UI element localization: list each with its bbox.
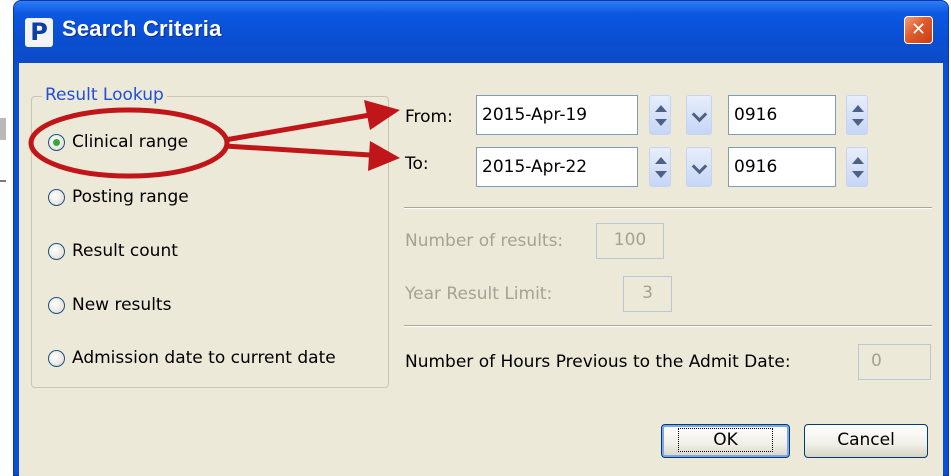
radio-selected-dot xyxy=(53,139,60,146)
from-time-field[interactable]: 0916 xyxy=(728,95,836,135)
year-result-limit-label: Year Result Limit: xyxy=(405,284,553,304)
from-date-dropdown[interactable] xyxy=(686,95,712,135)
close-button[interactable]: ✕ xyxy=(904,16,933,44)
app-logo-icon: P xyxy=(25,18,53,47)
number-of-results-label: Number of results: xyxy=(405,231,564,251)
to-date-dropdown[interactable] xyxy=(686,147,712,187)
radio-posting-range[interactable] xyxy=(48,189,65,206)
radio-result-count[interactable] xyxy=(48,243,65,260)
to-time-field[interactable]: 0916 xyxy=(728,147,836,187)
separator xyxy=(404,325,932,326)
from-time-spinner[interactable] xyxy=(846,95,868,135)
from-label: From: xyxy=(405,107,453,127)
separator xyxy=(404,207,932,208)
radio-label-result-count[interactable]: Result count xyxy=(72,241,178,261)
radio-new-results[interactable] xyxy=(48,297,65,314)
spin-down-icon xyxy=(852,119,864,126)
radio-label-clinical-range[interactable]: Clinical range xyxy=(72,132,188,152)
hours-previous-field[interactable]: 0 xyxy=(858,344,931,380)
cancel-button[interactable]: Cancel xyxy=(804,424,928,458)
spin-down-icon xyxy=(655,119,667,126)
to-time-spinner[interactable] xyxy=(846,147,868,187)
radio-label-admission-date[interactable]: Admission date to current date xyxy=(72,348,336,368)
to-date-spinner[interactable] xyxy=(649,147,671,187)
hours-previous-label: Number of Hours Previous to the Admit Da… xyxy=(405,352,791,372)
ok-button-label: OK xyxy=(678,428,773,452)
close-icon: ✕ xyxy=(910,19,927,40)
spin-up-icon xyxy=(655,157,667,164)
radio-label-new-results[interactable]: New results xyxy=(72,295,171,315)
radio-admission-date[interactable] xyxy=(48,350,65,367)
spin-down-icon xyxy=(852,171,864,178)
chevron-down-icon xyxy=(691,158,708,175)
to-label: To: xyxy=(405,154,429,174)
number-of-results-field[interactable]: 100 xyxy=(596,223,664,259)
from-date-spinner[interactable] xyxy=(649,95,671,135)
spin-up-icon xyxy=(655,105,667,112)
radio-clinical-range[interactable] xyxy=(48,134,65,151)
to-date-field[interactable]: 2015-Apr-22 xyxy=(476,147,638,187)
year-result-limit-field[interactable]: 3 xyxy=(623,276,672,312)
background-window-edge xyxy=(0,180,6,182)
spin-up-icon xyxy=(852,105,864,112)
group-legend: Result Lookup xyxy=(42,85,167,105)
chevron-down-icon xyxy=(691,106,708,123)
from-date-field[interactable]: 2015-Apr-19 xyxy=(476,95,638,135)
ok-button[interactable]: OK xyxy=(661,424,790,458)
spin-down-icon xyxy=(655,171,667,178)
spin-up-icon xyxy=(852,157,864,164)
background-window-edge xyxy=(0,118,6,140)
dialog-title: Search Criteria xyxy=(62,16,222,41)
radio-label-posting-range[interactable]: Posting range xyxy=(72,187,189,207)
